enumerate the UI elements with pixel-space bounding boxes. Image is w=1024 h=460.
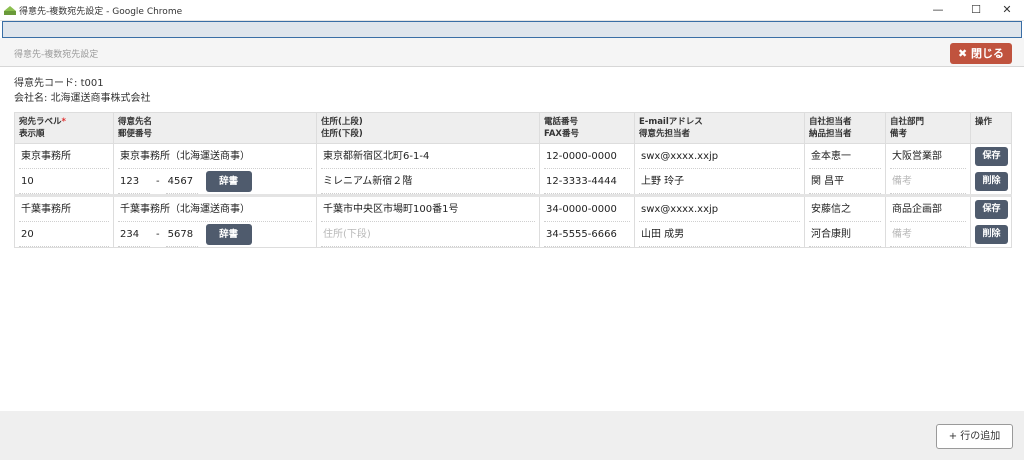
customer-code-value: t001 xyxy=(80,78,104,89)
header-email: E-mailアドレス 得意先担当者 xyxy=(634,112,805,144)
table-row: 10 123 - 4567 辞書 ミレニアム新宿２階 12-3333-4444 … xyxy=(14,169,1012,197)
destinations-table: 宛先ラベル* 表示順 得意先名 郵便番号 住所(上段) 住所(下段) 電話番号 FAX番… xyxy=(14,112,1012,248)
address1-field[interactable]: 東京都新宿区北町6-1-4 xyxy=(321,145,535,169)
header-staff: 自社担当者 納品担当者 xyxy=(804,112,886,144)
table-row: 千葉事務所 千葉事務所（北海運送商事） 千葉市中央区市場町100番1号 34-0… xyxy=(14,195,1012,222)
email-field[interactable]: swx@xxxx.xxjp xyxy=(639,145,800,169)
page-title: 得意先-複数宛先設定 xyxy=(14,50,99,60)
order-field[interactable]: 20 xyxy=(19,223,109,247)
page-header: 得意先-複数宛先設定 xyxy=(0,38,1024,67)
address2-field[interactable]: ミレニアム新宿２階 xyxy=(321,170,535,194)
add-row-button[interactable]: + 行の追加 xyxy=(936,424,1013,449)
company-name-label: 会社名: xyxy=(14,93,48,104)
dept-field[interactable]: 商品企画部 xyxy=(890,198,966,222)
customer-name-field[interactable]: 東京事務所（北海運送商事） xyxy=(118,145,312,169)
header-dept: 自社部門 備考 xyxy=(885,112,971,144)
zip2-field[interactable]: 4567 xyxy=(165,170,198,194)
zip1-field[interactable]: 234 xyxy=(118,223,150,247)
company-name-value: 北海運送商事株式会社 xyxy=(50,93,151,104)
contact-field[interactable]: 山田 成男 xyxy=(639,223,800,247)
footer-bar xyxy=(0,411,1024,460)
delete-button[interactable]: 削除 xyxy=(975,172,1008,191)
window-title: 得意先-複数宛先設定 - Google Chrome xyxy=(19,7,183,17)
order-field[interactable]: 10 xyxy=(19,170,109,194)
window-titlebar: 得意先-複数宛先設定 - Google Chrome — ☐ ✕ xyxy=(0,0,1024,21)
header-label: 宛先ラベル* 表示順 xyxy=(14,112,114,144)
customer-code-line: 得意先コード: t001 xyxy=(14,74,104,89)
company-name-line: 会社名: 北海運送商事株式会社 xyxy=(14,89,151,104)
zip-separator: - xyxy=(156,229,160,240)
table-header-row: 宛先ラベル* 表示順 得意先名 郵便番号 住所(上段) 住所(下段) 電話番号 FAX番… xyxy=(14,112,1012,144)
customer-code-label: 得意先コード: xyxy=(14,78,78,89)
zip-separator: - xyxy=(156,176,160,187)
staff-field[interactable]: 安藤信之 xyxy=(809,198,881,222)
window-close-button[interactable]: ✕ xyxy=(990,0,1024,20)
label-field[interactable]: 東京事務所 xyxy=(19,145,109,169)
header-address: 住所(上段) 住所(下段) xyxy=(316,112,540,144)
dept-field[interactable]: 大阪営業部 xyxy=(890,145,966,169)
delivery-staff-field[interactable]: 関 昌平 xyxy=(809,170,881,194)
zip1-field[interactable]: 123 xyxy=(118,170,150,194)
close-button[interactable]: ✖ 閉じる xyxy=(950,43,1012,64)
address2-field[interactable]: 住所(下段) xyxy=(321,223,535,247)
staff-field[interactable]: 金本恵一 xyxy=(809,145,881,169)
zip-group: 123 - 4567 辞書 xyxy=(118,170,312,194)
minimize-button[interactable]: — xyxy=(921,0,955,20)
header-phone: 電話番号 FAX番号 xyxy=(539,112,635,144)
table-row: 東京事務所 東京事務所（北海運送商事） 東京都新宿区北町6-1-4 12-000… xyxy=(14,143,1012,169)
customer-name-field[interactable]: 千葉事務所（北海運送商事） xyxy=(118,198,312,222)
header-actions: 操作 xyxy=(970,112,1012,144)
header-name: 得意先名 郵便番号 xyxy=(113,112,317,144)
zip2-field[interactable]: 5678 xyxy=(165,223,198,247)
delivery-staff-field[interactable]: 河合康則 xyxy=(809,223,881,247)
phone-field[interactable]: 12-0000-0000 xyxy=(544,145,630,169)
app-icon xyxy=(4,6,16,15)
dictionary-button[interactable]: 辞書 xyxy=(205,171,252,192)
label-field[interactable]: 千葉事務所 xyxy=(19,198,109,222)
delete-button[interactable]: 削除 xyxy=(975,225,1008,244)
note-field[interactable]: 備考 xyxy=(890,223,966,247)
address1-field[interactable]: 千葉市中央区市場町100番1号 xyxy=(321,198,535,222)
save-button[interactable]: 保存 xyxy=(975,147,1008,166)
save-button[interactable]: 保存 xyxy=(975,200,1008,219)
fax-field[interactable]: 12-3333-4444 xyxy=(544,170,630,194)
table-row: 20 234 - 5678 辞書 住所(下段) 34-5555-6666 山田 … xyxy=(14,222,1012,248)
dictionary-button[interactable]: 辞書 xyxy=(205,224,252,245)
maximize-button[interactable]: ☐ xyxy=(959,0,993,20)
note-field[interactable]: 備考 xyxy=(890,170,966,194)
phone-field[interactable]: 34-0000-0000 xyxy=(544,198,630,222)
email-field[interactable]: swx@xxxx.xxjp xyxy=(639,198,800,222)
zip-group: 234 - 5678 辞書 xyxy=(118,223,312,247)
address-bar[interactable] xyxy=(2,21,1022,38)
fax-field[interactable]: 34-5555-6666 xyxy=(544,223,630,247)
contact-field[interactable]: 上野 玲子 xyxy=(639,170,800,194)
